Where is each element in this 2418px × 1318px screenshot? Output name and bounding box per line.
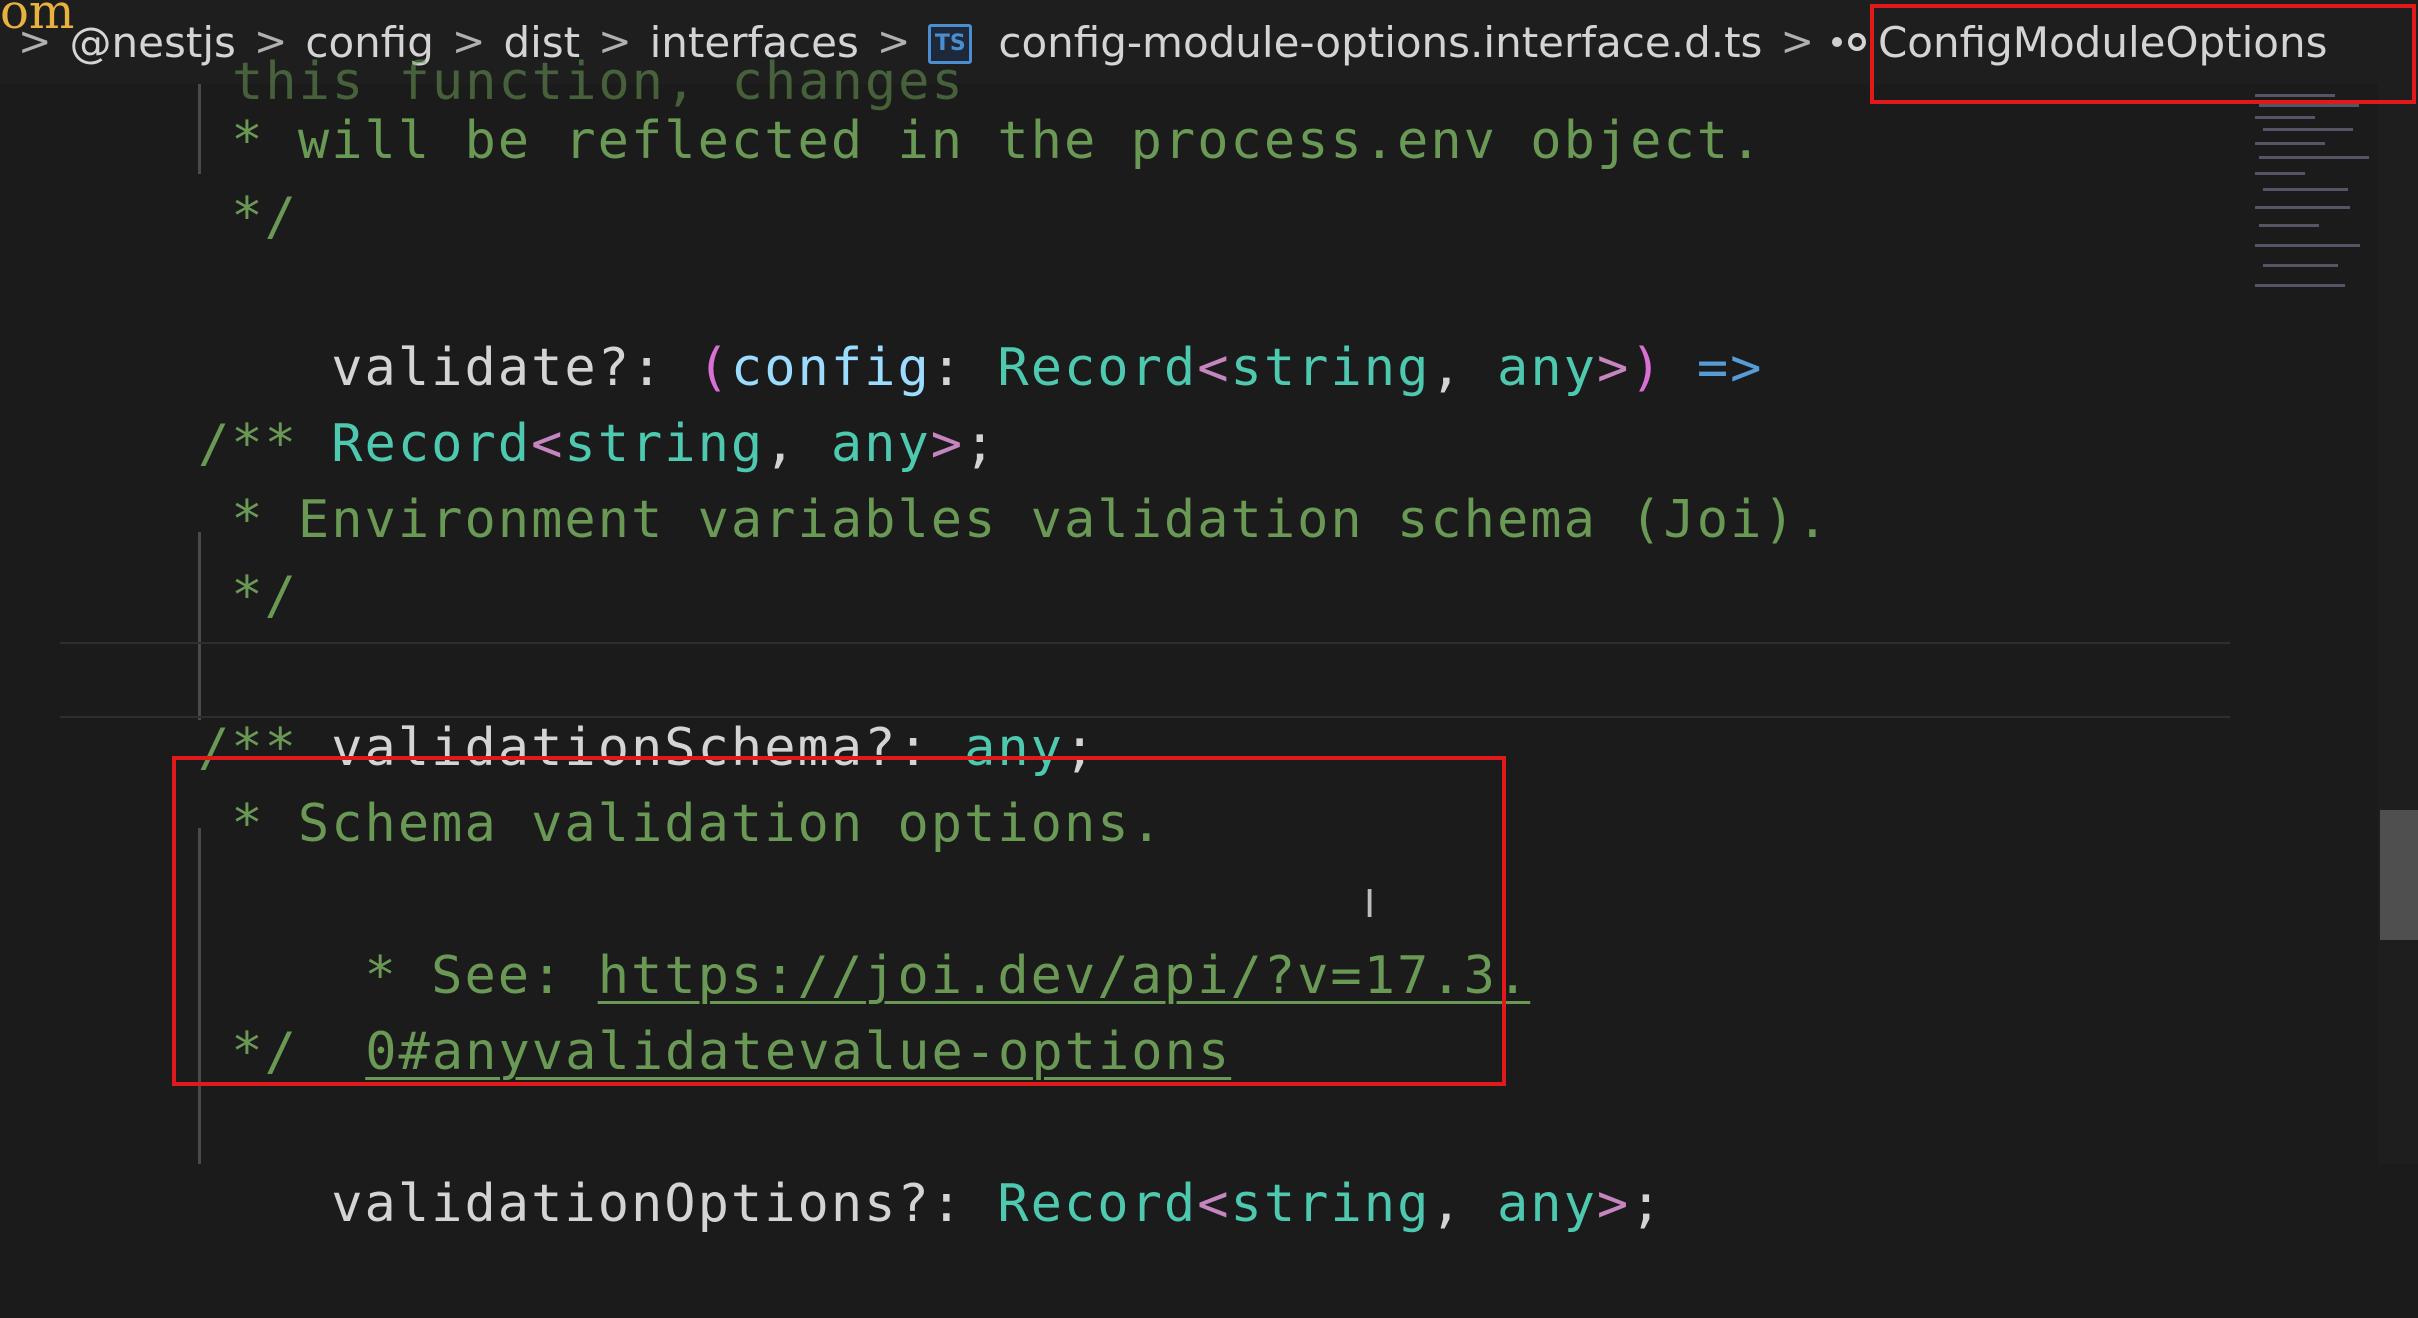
code-line-validation-options: validationOptions?: Record<string, any>; (331, 1174, 1664, 1234)
code-comment-see-line: * See: https://joi.dev/api/?v=17.3. (331, 946, 1531, 1006)
text-cursor-icon: I (1364, 882, 1376, 926)
breadcrumb-item-nestjs[interactable]: @nestjs (70, 18, 236, 67)
code-comment-line: */ (198, 566, 298, 626)
interface-symbol-icon (1831, 33, 1866, 51)
code-comment-line: /** (198, 414, 298, 474)
code-editor[interactable]: this function, changes * will be reflect… (0, 52, 2250, 1234)
overlay-text: om (0, 0, 75, 40)
vertical-scrollbar[interactable] (2378, 84, 2418, 1164)
scrollbar-thumb[interactable] (2380, 810, 2418, 940)
code-comment-line: */ (198, 187, 298, 247)
code-line-return-type: Record<string, any>; (331, 414, 998, 474)
code-comment-line: * Schema validation options. (198, 794, 1164, 854)
code-comment-line: * Environment variables validation schem… (198, 490, 1831, 550)
code-comment-line: * will be reflected in the process.env o… (198, 111, 1764, 171)
chevron-right-icon: > (1780, 19, 1814, 65)
code-comment-line: /** (198, 718, 298, 778)
code-comment-line: */ (198, 1022, 298, 1082)
breadcrumb-item-file[interactable]: config-module-options.interface.d.ts (998, 18, 1762, 67)
code-line-validate: validate?: (config: Record<string, any>)… (331, 338, 1764, 398)
code-comment-link-continued: 0#anyvalidatevalue-options (232, 938, 1231, 1082)
breadcrumb-item-symbol[interactable]: ConfigModuleOptions (1878, 18, 2328, 67)
minimap[interactable] (2245, 84, 2375, 344)
code-line-validation-schema: validationSchema?: any; (331, 718, 1098, 778)
joi-docs-link-continued[interactable]: 0#anyvalidatevalue-options (365, 1022, 1231, 1082)
